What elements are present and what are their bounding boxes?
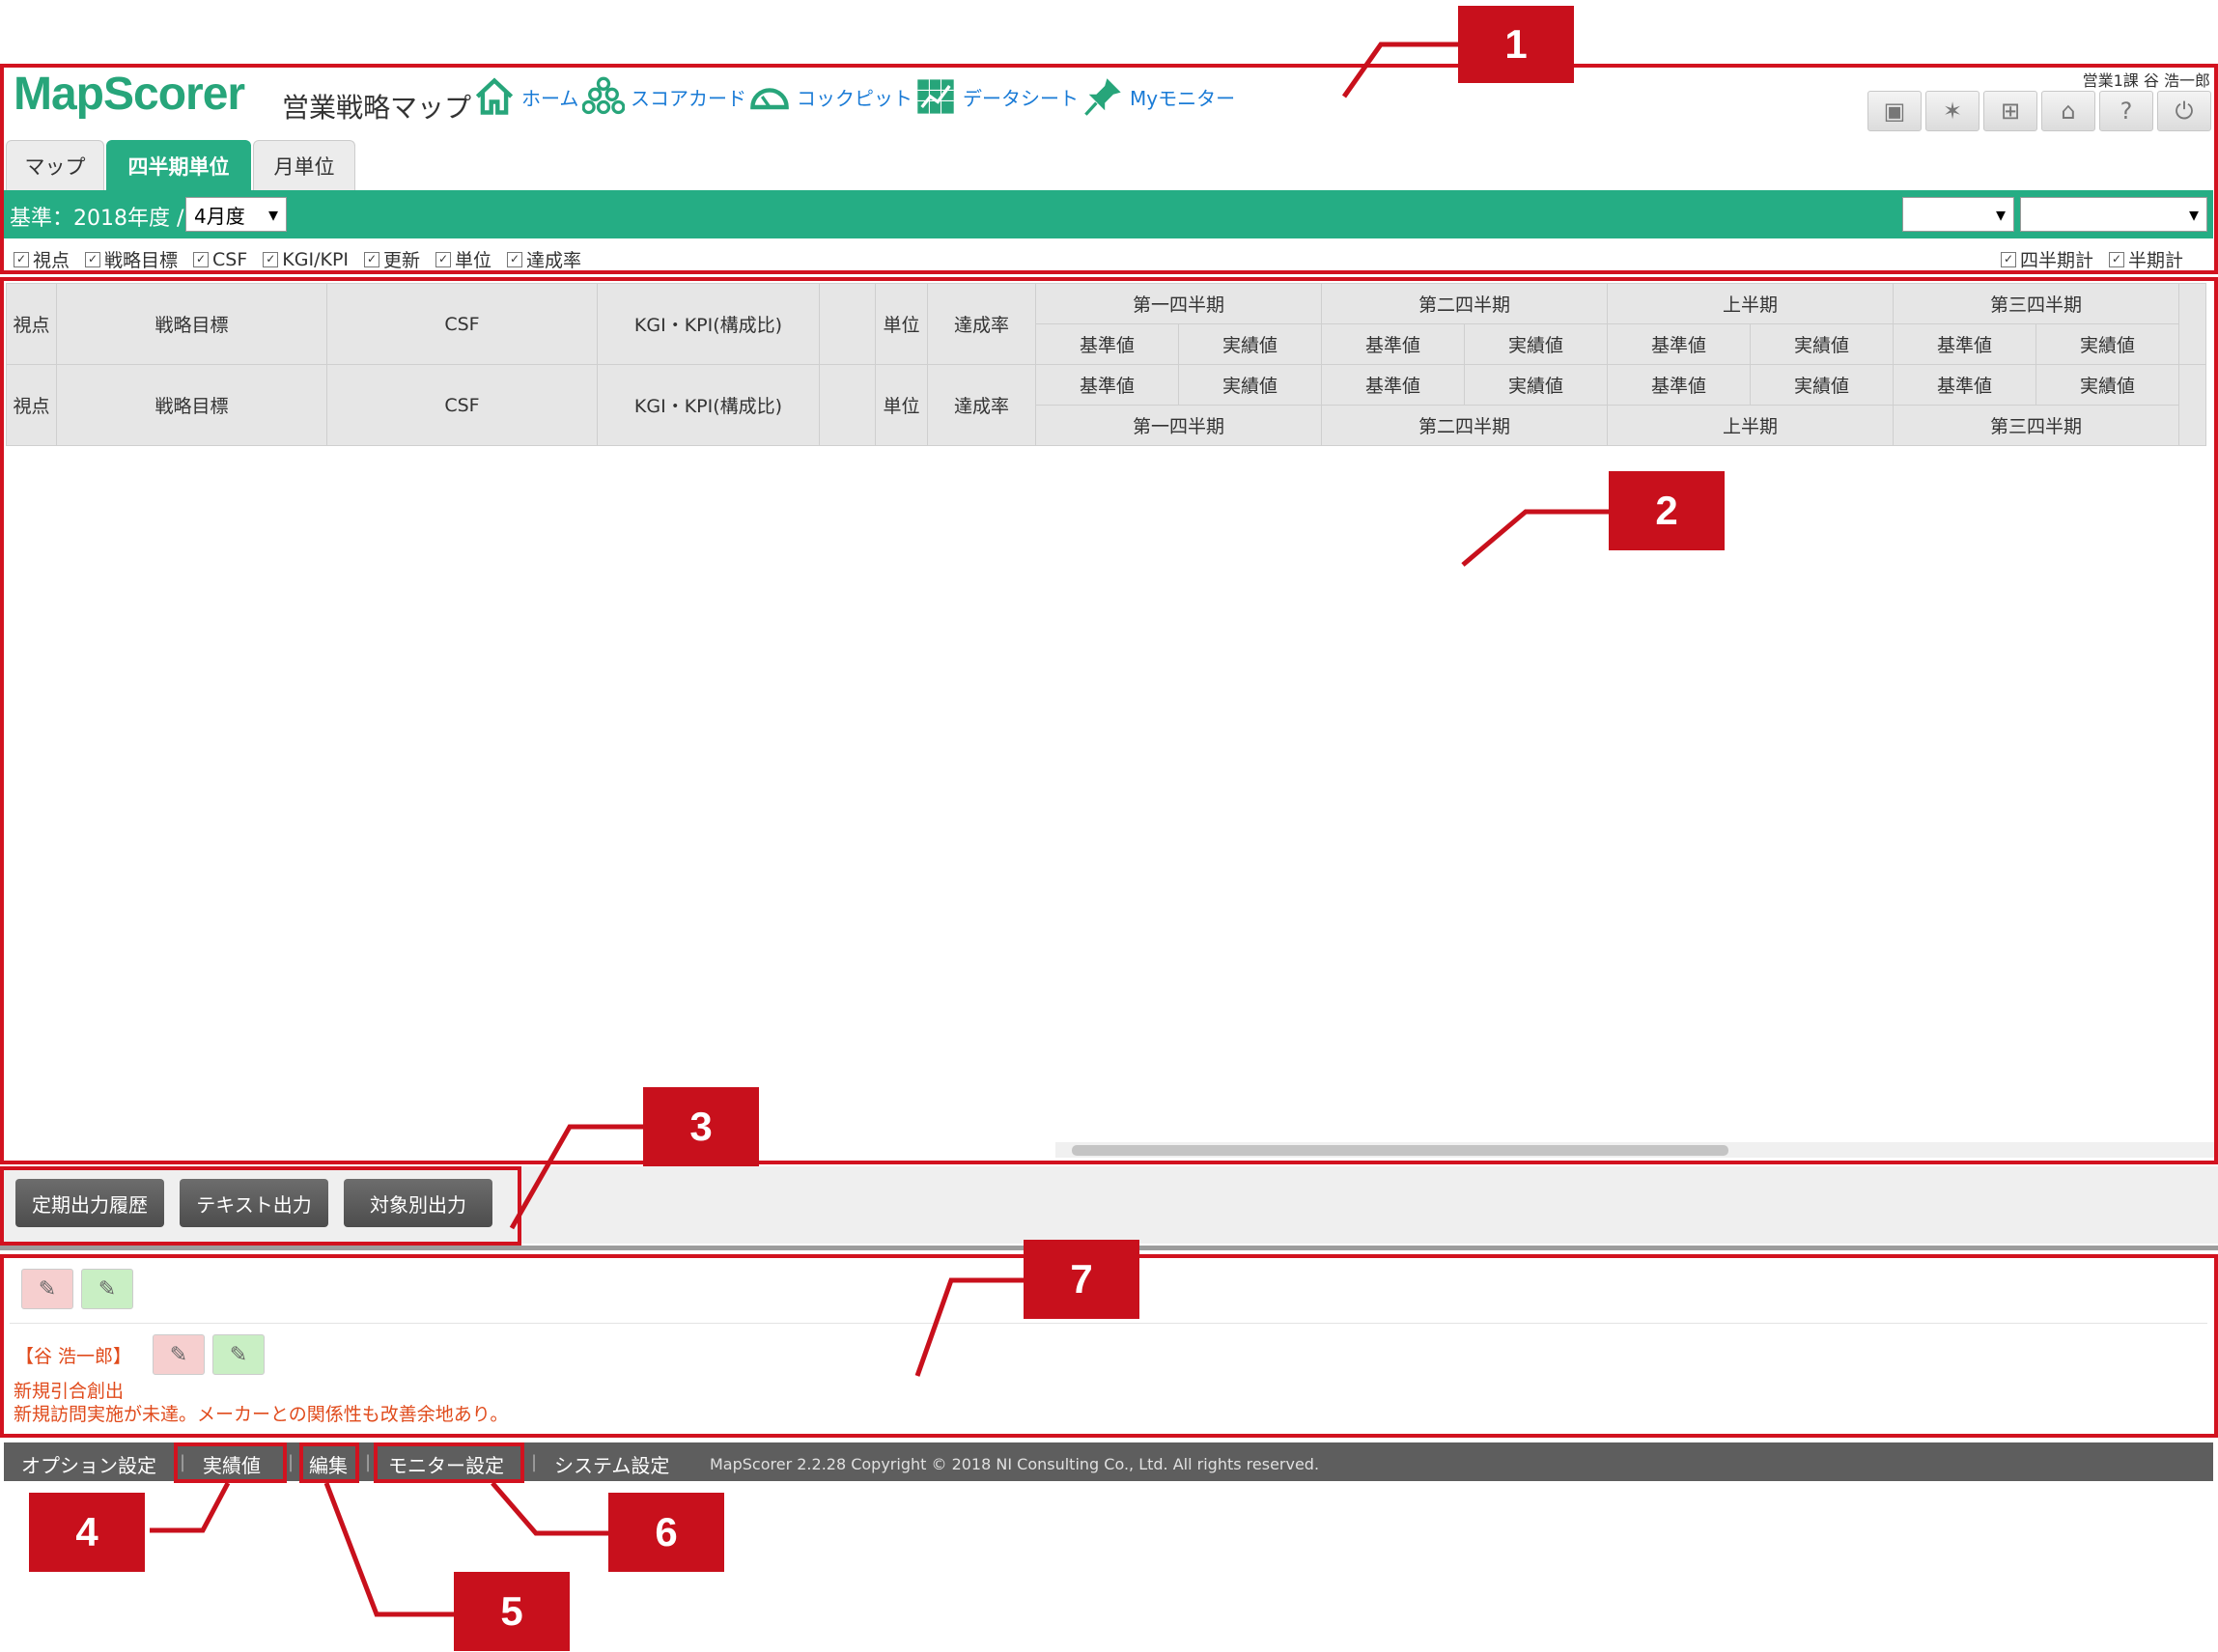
annotation-badge-1: 1	[1458, 6, 1574, 83]
annotation-badge-6: 6	[608, 1493, 724, 1572]
leader-line-5	[323, 1482, 454, 1617]
annotation-box-2	[0, 277, 2218, 1164]
footer-system-settings[interactable]: システム設定	[554, 1450, 669, 1478]
annotation-badge-4: 4	[29, 1493, 145, 1572]
annotation-badge-5: 5	[454, 1572, 570, 1651]
annotation-box-6	[374, 1442, 524, 1483]
annotation-badge-3: 3	[643, 1087, 759, 1166]
annotation-badge-7: 7	[1024, 1240, 1139, 1319]
footer-separator: |	[288, 1452, 295, 1472]
annotation-box-4	[174, 1442, 287, 1483]
annotation-badge-2: 2	[1609, 471, 1725, 550]
leader-line-4	[150, 1481, 231, 1533]
leader-line-6	[491, 1481, 608, 1536]
footer-separator: |	[365, 1452, 372, 1472]
footer-option-settings[interactable]: オプション設定	[21, 1450, 156, 1478]
annotation-box-3	[0, 1166, 521, 1246]
annotation-box-5	[299, 1442, 359, 1483]
footer-separator: |	[531, 1452, 538, 1472]
annotation-box-1	[0, 64, 2218, 274]
copyright: MapScorer 2.2.28 Copyright © 2018 NI Con…	[710, 1455, 1320, 1473]
